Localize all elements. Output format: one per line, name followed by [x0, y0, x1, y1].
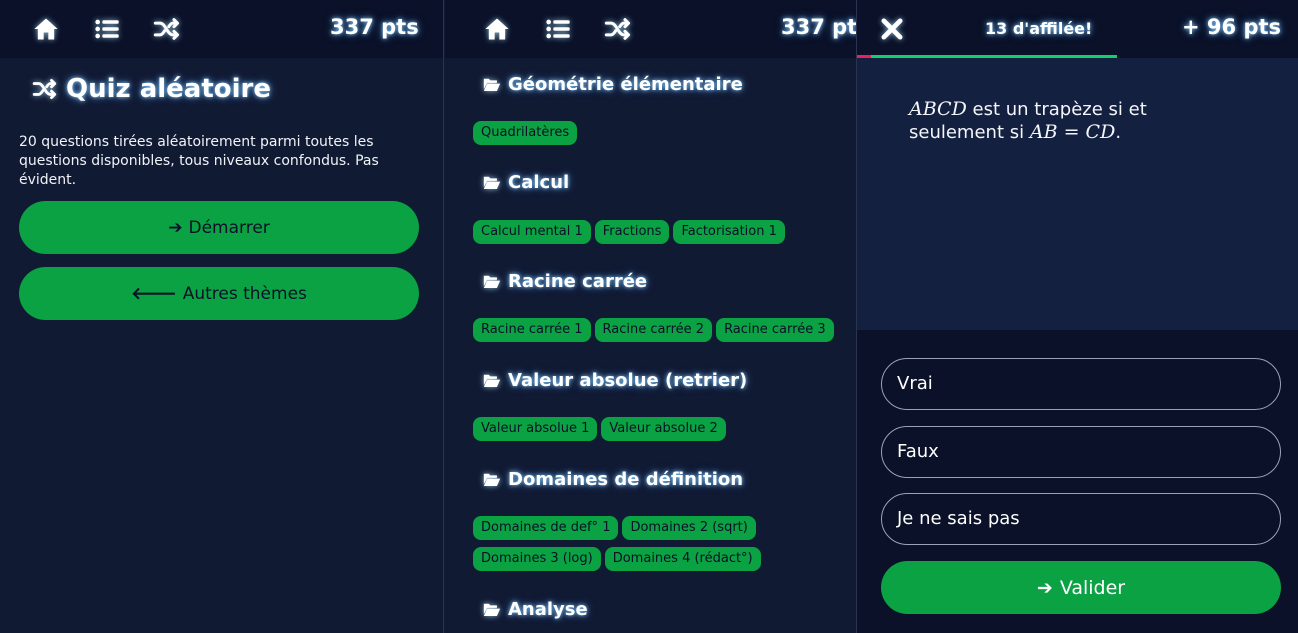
folder-open-icon: [483, 373, 501, 388]
theme-heading-label: Calcul: [508, 172, 569, 193]
answer-choice-dont-know[interactable]: Je ne sais pas: [881, 493, 1281, 545]
chapter-chip[interactable]: Valeur absolue 2: [601, 417, 725, 441]
chapter-chip[interactable]: Racine carrée 3: [716, 318, 834, 342]
start-button[interactable]: ➔ Démarrer: [19, 201, 419, 254]
folder-open-icon: [483, 77, 501, 92]
home-icon[interactable]: [482, 14, 512, 44]
question-panel: 13 d'affilée! + 96 pts ABCD est un trapè…: [857, 0, 1298, 633]
chapter-list: Calcul mental 1FractionsFactorisation 1: [473, 220, 853, 251]
theme-heading[interactable]: Géométrie élémentaire: [483, 74, 743, 95]
top-navbar: 337 pts: [445, 0, 856, 58]
question-text-part: .: [1115, 122, 1121, 143]
chapter-chip[interactable]: Domaines de def° 1: [473, 516, 618, 540]
folder-open-icon: [483, 274, 501, 289]
question-text-part: seulement si: [909, 122, 1030, 143]
theme-heading-label: Analyse: [508, 599, 588, 620]
theme-heading[interactable]: Racine carrée: [483, 271, 647, 292]
home-icon[interactable]: [31, 14, 61, 44]
arrow-left-icon: 🡐: [131, 284, 177, 304]
question-text: ABCD est un trapèze si etseulement si AB…: [909, 98, 1179, 144]
submit-button[interactable]: ➔ Valider: [881, 561, 1281, 614]
chapter-list: Valeur absolue 1Valeur absolue 2: [473, 417, 853, 448]
themes-list-panel: 337 pts Géométrie élémentaire Quadrilatè…: [445, 0, 856, 633]
folder-open-icon: [483, 602, 501, 617]
chapter-chip[interactable]: Racine carrée 1: [473, 318, 591, 342]
points-counter: 337 pts: [330, 15, 419, 39]
folder-open-icon: [483, 472, 501, 487]
chapter-list: Racine carrée 1Racine carrée 2Racine car…: [473, 318, 853, 349]
points-counter: 337 pts: [781, 15, 856, 39]
chapter-chip[interactable]: Domaines 3 (log): [473, 547, 601, 571]
quiz-header: 13 d'affilée! + 96 pts: [857, 0, 1298, 58]
chapter-chip[interactable]: Quadrilatères: [473, 121, 577, 145]
theme-heading-label: Géométrie élémentaire: [508, 74, 743, 95]
list-icon[interactable]: [92, 14, 122, 44]
chapter-chip[interactable]: Factorisation 1: [673, 220, 784, 244]
answer-choice-faux[interactable]: Faux: [881, 426, 1281, 478]
chapter-chip[interactable]: Racine carrée 2: [595, 318, 713, 342]
math-expression: AB = CD: [1030, 121, 1115, 143]
shuffle-icon[interactable]: [603, 14, 633, 44]
theme-heading[interactable]: Calcul: [483, 172, 569, 193]
theme-heading[interactable]: Analyse: [483, 599, 588, 620]
shuffle-icon: [32, 76, 58, 102]
arrow-right-icon: ➔: [168, 218, 182, 238]
chapter-list: Domaines de def° 1Domaines 2 (sqrt) Domai…: [473, 516, 853, 578]
points-gain: + 96 pts: [1182, 15, 1281, 39]
question-text-part: est un trapèze si et: [967, 99, 1147, 120]
chapter-chip[interactable]: Domaines 4 (rédact°): [605, 547, 761, 571]
submit-button-label: Valider: [1060, 577, 1125, 599]
chapter-chip[interactable]: Valeur absolue 1: [473, 417, 597, 441]
chapter-chip[interactable]: Calcul mental 1: [473, 220, 591, 244]
list-icon[interactable]: [543, 14, 573, 44]
top-navbar: 337 pts: [0, 0, 443, 58]
page-title-text: Quiz aléatoire: [66, 74, 271, 104]
streak-counter: 13 d'affilée!: [985, 19, 1092, 38]
chapter-chip[interactable]: Fractions: [595, 220, 670, 244]
other-themes-button-label: Autres thèmes: [183, 284, 307, 304]
math-expression: ABCD: [909, 98, 967, 120]
theme-heading-label: Racine carrée: [508, 271, 647, 292]
answer-choice-vrai[interactable]: Vrai: [881, 358, 1281, 410]
theme-heading[interactable]: Valeur absolue (retrier): [483, 370, 747, 391]
chapter-chip[interactable]: Domaines 2 (sqrt): [622, 516, 755, 540]
other-themes-button[interactable]: 🡐 Autres thèmes: [19, 267, 419, 320]
theme-heading-label: Domaines de définition: [508, 469, 743, 490]
start-button-label: Démarrer: [188, 218, 269, 238]
quiz-description: 20 questions tirées aléatoirement parmi …: [19, 133, 419, 190]
panel-divider: [443, 0, 444, 633]
arrow-right-icon: ➔: [1037, 577, 1053, 599]
folder-open-icon: [483, 175, 501, 190]
page-title: Quiz aléatoire: [32, 74, 271, 104]
chapter-list: Quadrilatères: [473, 121, 853, 152]
shuffle-icon[interactable]: [152, 14, 182, 44]
random-quiz-panel: 337 pts Quiz aléatoire 20 questions tiré…: [0, 0, 443, 633]
theme-heading-label: Valeur absolue (retrier): [508, 370, 747, 391]
close-icon[interactable]: [877, 14, 907, 44]
theme-heading[interactable]: Domaines de définition: [483, 469, 743, 490]
